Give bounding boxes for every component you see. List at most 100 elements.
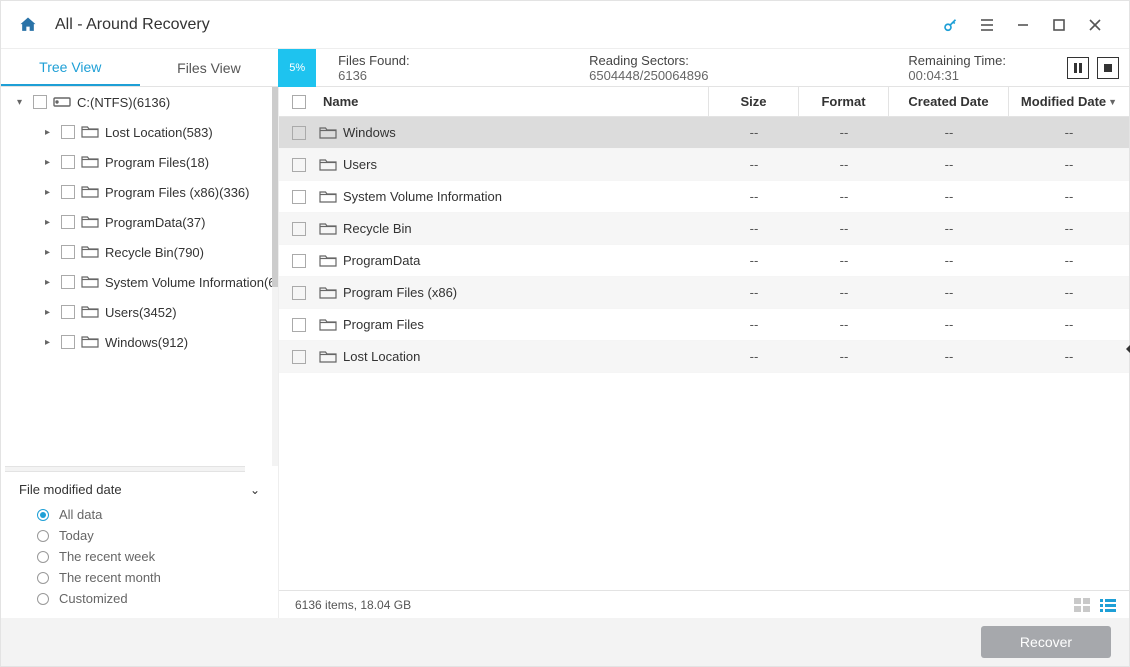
reading-label: Reading Sectors:: [589, 53, 689, 68]
home-icon[interactable]: [17, 14, 39, 36]
row-name: Users: [319, 157, 709, 172]
radio[interactable]: [37, 509, 49, 521]
filter-option[interactable]: All data: [37, 507, 242, 522]
tree-item-label: Program Files (x86)(336): [105, 185, 250, 200]
chevron-right-icon[interactable]: ▸: [45, 127, 55, 138]
table-row[interactable]: Program Files--------: [279, 309, 1129, 341]
row-modified: --: [1009, 285, 1129, 300]
tree-scrollbar[interactable]: [272, 87, 278, 466]
row-checkbox[interactable]: [279, 254, 319, 268]
column-size[interactable]: Size: [709, 87, 799, 116]
tree-item-label: Program Files(18): [105, 155, 209, 170]
tree-item[interactable]: ▸ Program Files (x86)(336): [1, 177, 278, 207]
table-row[interactable]: Windows--------: [279, 117, 1129, 149]
chevron-right-icon[interactable]: ▸: [45, 187, 55, 198]
filter-option[interactable]: Customized: [37, 591, 242, 606]
row-checkbox[interactable]: [279, 158, 319, 172]
tree-item[interactable]: ▸ Program Files(18): [1, 147, 278, 177]
checkbox[interactable]: [61, 155, 75, 169]
row-checkbox[interactable]: [279, 350, 319, 364]
filter-header[interactable]: File modified date ⌄: [19, 482, 260, 497]
table-row[interactable]: Lost Location--------: [279, 341, 1129, 373]
chevron-right-icon[interactable]: ▸: [45, 217, 55, 228]
column-created[interactable]: Created Date: [889, 87, 1009, 116]
folder-icon: [81, 335, 99, 349]
stop-button[interactable]: [1097, 57, 1119, 79]
chevron-right-icon[interactable]: ▸: [45, 277, 55, 288]
row-size: --: [709, 125, 799, 140]
filter-option[interactable]: The recent week: [37, 549, 242, 564]
row-checkbox[interactable]: [279, 126, 319, 140]
checkbox[interactable]: [61, 305, 75, 319]
progress-badge: 5%: [278, 49, 316, 87]
row-modified: --: [1009, 317, 1129, 332]
expand-panel-caret[interactable]: [1126, 343, 1130, 355]
filter-option[interactable]: The recent month: [37, 570, 242, 585]
row-format: --: [799, 157, 889, 172]
row-checkbox[interactable]: [279, 318, 319, 332]
chevron-right-icon[interactable]: ▸: [45, 307, 55, 318]
row-format: --: [799, 317, 889, 332]
chevron-right-icon[interactable]: ▸: [45, 337, 55, 348]
table-row[interactable]: Recycle Bin--------: [279, 213, 1129, 245]
table-row[interactable]: ProgramData--------: [279, 245, 1129, 277]
row-checkbox[interactable]: [279, 286, 319, 300]
row-created: --: [889, 157, 1009, 172]
chevron-right-icon[interactable]: ▸: [45, 247, 55, 258]
checkbox[interactable]: [61, 275, 75, 289]
reading-value: 6504448/250064896: [589, 68, 708, 83]
select-all-checkbox[interactable]: [279, 95, 319, 109]
folder-icon: [81, 125, 99, 139]
row-size: --: [709, 285, 799, 300]
row-checkbox[interactable]: [279, 222, 319, 236]
list-view-icon[interactable]: [1099, 598, 1117, 612]
checkbox[interactable]: [33, 95, 47, 109]
recover-button[interactable]: Recover: [981, 626, 1111, 658]
checkbox[interactable]: [61, 125, 75, 139]
key-icon[interactable]: [933, 7, 969, 43]
radio[interactable]: [37, 572, 49, 584]
checkbox[interactable]: [61, 335, 75, 349]
chevron-down-icon[interactable]: ▾: [17, 97, 27, 108]
tree-item-label: Recycle Bin(790): [105, 245, 204, 260]
maximize-button[interactable]: [1041, 7, 1077, 43]
menu-icon[interactable]: [969, 7, 1005, 43]
tree-item[interactable]: ▸Windows(912): [1, 327, 278, 357]
row-checkbox[interactable]: [279, 190, 319, 204]
column-name[interactable]: Name: [319, 87, 709, 116]
checkbox[interactable]: [61, 185, 75, 199]
table-row[interactable]: Program Files (x86)--------: [279, 277, 1129, 309]
column-modified[interactable]: Modified Date ▼: [1009, 87, 1129, 116]
tab-files-view[interactable]: Files View: [140, 49, 279, 86]
pause-button[interactable]: [1067, 57, 1089, 79]
filter-option[interactable]: Today: [37, 528, 242, 543]
footer: 6136 items, 18.04 GB: [279, 590, 1129, 618]
row-size: --: [709, 221, 799, 236]
row-name: Program Files: [319, 317, 709, 332]
table-row[interactable]: Users--------: [279, 149, 1129, 181]
radio[interactable]: [37, 530, 49, 542]
table-row[interactable]: System Volume Information--------: [279, 181, 1129, 213]
tree-item[interactable]: ▸Lost Location(583): [1, 117, 278, 147]
tree-item[interactable]: ▸Users(3452): [1, 297, 278, 327]
tree: ▾ C:(NTFS)(6136) ▸Lost Location(583)▸Pro…: [1, 87, 278, 466]
tree-item[interactable]: ▸System Volume Information(6: [1, 267, 278, 297]
minimize-button[interactable]: [1005, 7, 1041, 43]
checkbox[interactable]: [61, 215, 75, 229]
tree-item[interactable]: ▸ Recycle Bin(790): [1, 237, 278, 267]
row-size: --: [709, 157, 799, 172]
grid-view-icon[interactable]: [1073, 598, 1091, 612]
filter-option-label: All data: [59, 507, 102, 522]
radio[interactable]: [37, 551, 49, 563]
tree-root[interactable]: ▾ C:(NTFS)(6136): [1, 87, 278, 117]
radio[interactable]: [37, 593, 49, 605]
row-format: --: [799, 125, 889, 140]
checkbox[interactable]: [61, 245, 75, 259]
filter-option-label: The recent month: [59, 570, 161, 585]
row-modified: --: [1009, 349, 1129, 364]
tree-item[interactable]: ▸ProgramData(37): [1, 207, 278, 237]
tab-tree-view[interactable]: Tree View: [1, 49, 140, 86]
close-button[interactable]: [1077, 7, 1113, 43]
chevron-right-icon[interactable]: ▸: [45, 157, 55, 168]
column-format[interactable]: Format: [799, 87, 889, 116]
